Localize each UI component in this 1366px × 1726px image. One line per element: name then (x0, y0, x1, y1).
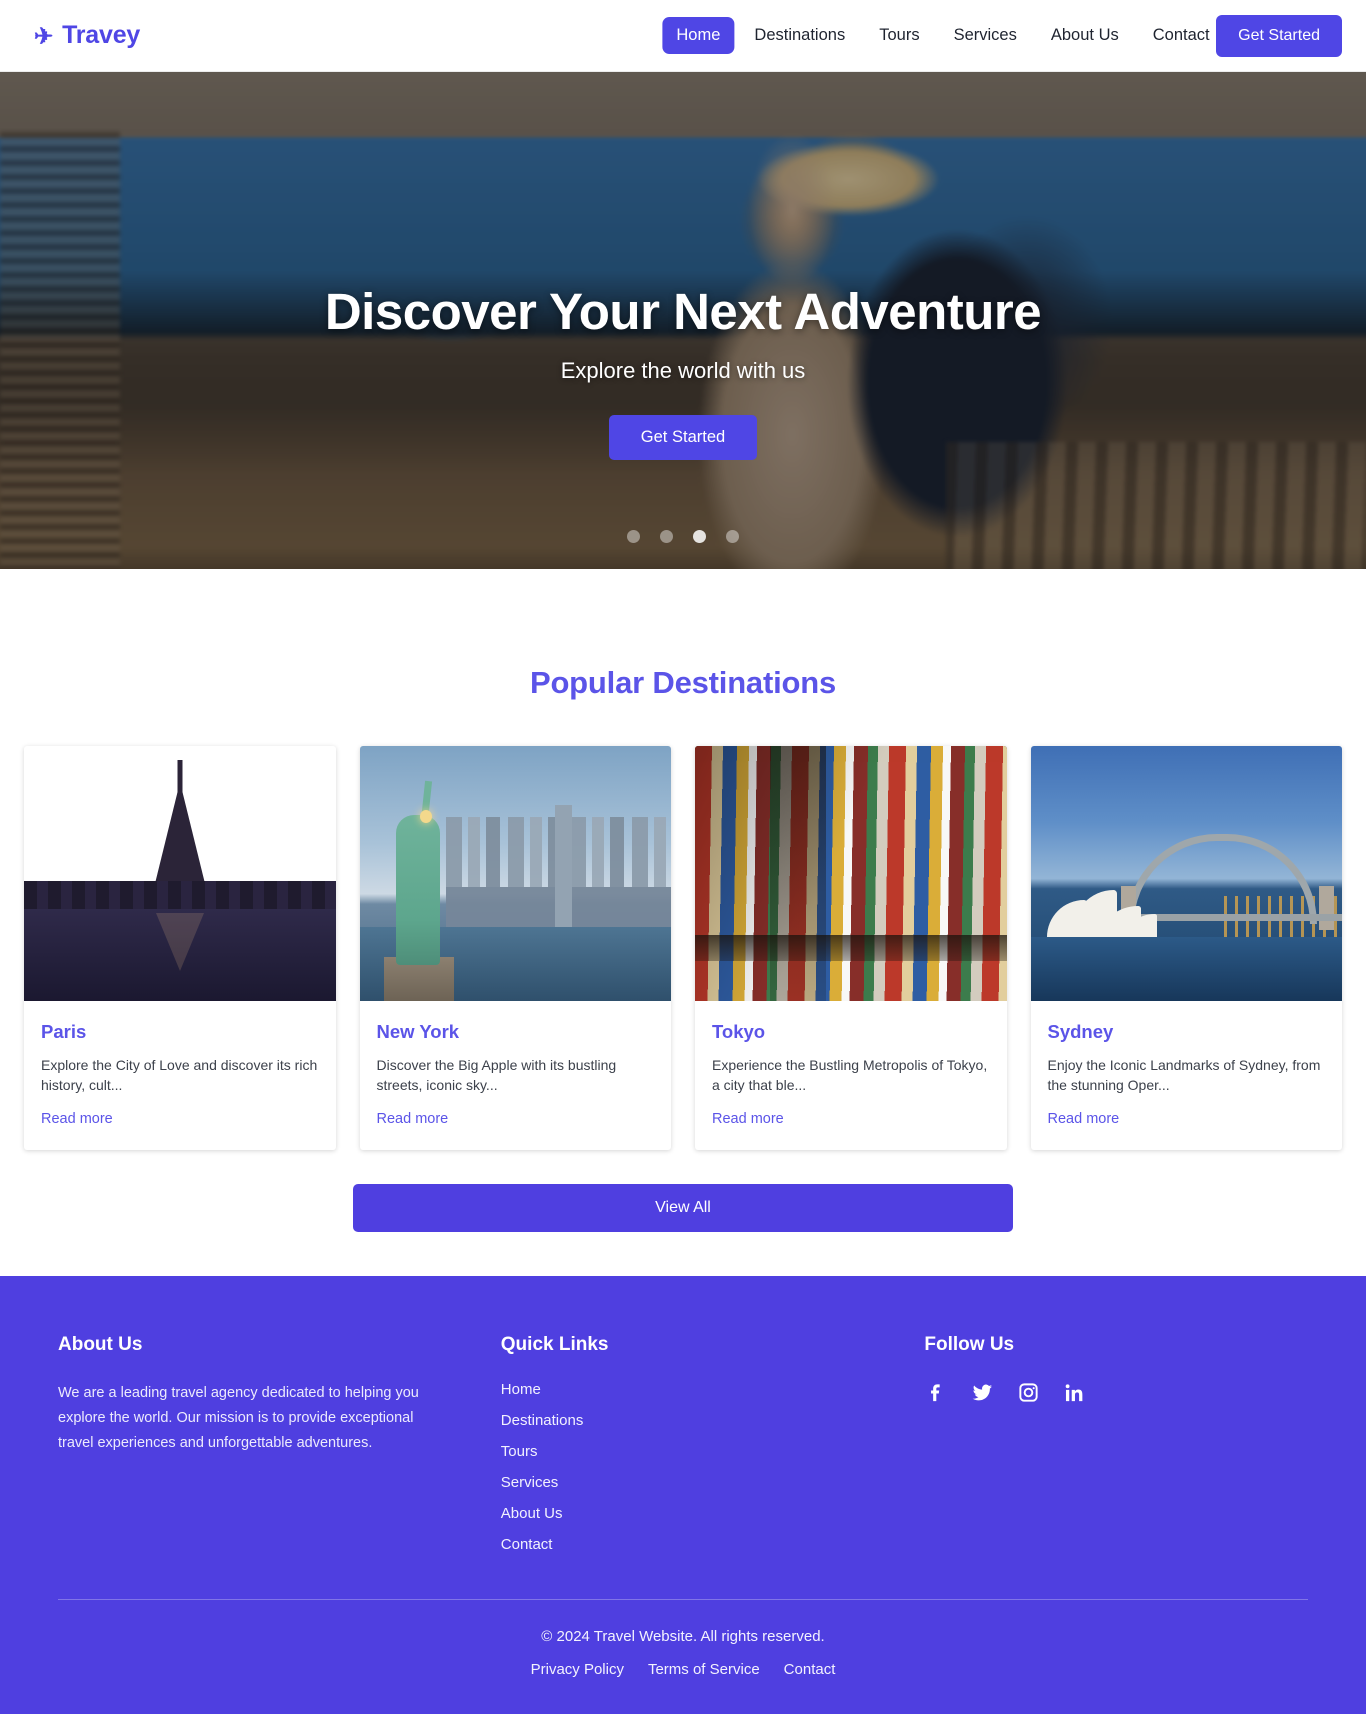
footer-link-tours[interactable]: Tours (501, 1443, 538, 1460)
card-title: Paris (41, 1021, 87, 1042)
hero-carousel: Discover Your Next Adventure Explore the… (0, 72, 1366, 569)
tokyo-signage-decoration (695, 746, 1007, 1001)
brand-logo[interactable]: ✈ Travey (34, 21, 140, 50)
site-header: ✈ Travey Home Destinations Tours Service… (0, 0, 1366, 72)
view-all-button[interactable]: View All (353, 1183, 1013, 1232)
footer-quick-links-heading: Quick Links (500, 1333, 609, 1355)
instagram-icon[interactable] (1016, 1381, 1040, 1405)
footer-follow-column: Follow Us (924, 1334, 1308, 1553)
hero-title: Discover Your Next Adventure (324, 283, 1042, 340)
card-description: Experience the Bustling Metropolis of To… (712, 1057, 988, 1094)
view-all-container: View All (0, 1150, 1366, 1232)
tokyo-awning-decoration (695, 935, 1007, 961)
statue-of-liberty-photo (359, 746, 671, 1001)
footer-link-destinations[interactable]: Destinations (501, 1412, 584, 1429)
site-footer: About Us We are a leading travel agency … (0, 1275, 1366, 1714)
footer-about-column: About Us We are a leading travel agency … (58, 1334, 461, 1553)
footer-quick-links-column: Quick Links Home Destinations Tours Serv… (501, 1334, 885, 1553)
card-body: Paris Explore the City of Love and disco… (24, 1001, 336, 1150)
footer-link-home[interactable]: Home (501, 1381, 541, 1398)
read-more-link[interactable]: Read more (712, 1111, 784, 1127)
tokyo-shadow-decoration (769, 746, 826, 1001)
section-title: Popular Destinations (529, 665, 837, 700)
terms-of-service-link[interactable]: Terms of Service (648, 1661, 760, 1678)
nav-item-destinations[interactable]: Destinations (740, 17, 859, 54)
twitter-icon[interactable] (970, 1381, 994, 1405)
destination-card[interactable]: New York Discover the Big Apple with its… (359, 746, 672, 1150)
tokyo-neon-street-photo (695, 746, 1007, 1001)
destination-card[interactable]: Tokyo Experience the Bustling Metropolis… (695, 746, 1007, 1150)
card-body: Sydney Enjoy the Iconic Landmarks of Syd… (1031, 1001, 1343, 1150)
ny-torch-decoration (419, 810, 432, 823)
card-description: Enjoy the Iconic Landmarks of Sydney, fr… (1047, 1057, 1321, 1094)
read-more-link[interactable]: Read more (41, 1111, 113, 1127)
footer-link-services[interactable]: Services (501, 1474, 559, 1491)
legal-links: Privacy Policy Terms of Service Contact (0, 1661, 1366, 1678)
linkedin-icon[interactable] (1062, 1381, 1086, 1405)
paris-reflection-decoration (155, 913, 204, 971)
carousel-dot-1[interactable] (627, 530, 640, 543)
card-title: New York (376, 1021, 460, 1042)
footer-follow-heading: Follow Us (924, 1333, 1015, 1355)
sydney-pylon-right-decoration (1318, 886, 1334, 930)
card-title: Sydney (1047, 1021, 1114, 1042)
read-more-link[interactable]: Read more (377, 1111, 449, 1127)
nav-item-tours[interactable]: Tours (865, 17, 933, 54)
footer-about-heading: About Us (58, 1333, 143, 1355)
footer-about-text: We are a leading travel agency dedicated… (58, 1384, 419, 1452)
airplane-icon: ✈ (34, 23, 54, 49)
sydney-harbour-bridge-photo (1030, 746, 1342, 1001)
carousel-dot-3[interactable] (693, 530, 706, 543)
hero-get-started-button[interactable]: Get Started (608, 415, 758, 461)
footer-contact-link[interactable]: Contact (784, 1661, 836, 1678)
card-description: Discover the Big Apple with its bustling… (376, 1057, 617, 1094)
sydney-opera-house-decoration (1043, 890, 1163, 940)
footer-bottom: © 2024 Travel Website. All rights reserv… (0, 1628, 1366, 1678)
footer-link-contact[interactable]: Contact (501, 1536, 553, 1553)
nav-item-home[interactable]: Home (662, 17, 735, 54)
facebook-icon[interactable] (924, 1381, 948, 1405)
carousel-dot-2[interactable] (660, 530, 673, 543)
read-more-link[interactable]: Read more (1048, 1111, 1120, 1127)
nav-item-contact[interactable]: Contact (1139, 17, 1224, 54)
carousel-dot-4[interactable] (726, 530, 739, 543)
footer-link-about-us[interactable]: About Us (501, 1505, 563, 1522)
destination-card[interactable]: Paris Explore the City of Love and disco… (24, 746, 336, 1150)
social-links (924, 1381, 1308, 1405)
card-title: Tokyo (712, 1021, 766, 1042)
hero-subtitle: Explore the world with us (560, 358, 806, 384)
sydney-water-decoration (1030, 937, 1342, 1001)
nav-item-services[interactable]: Services (940, 17, 1031, 54)
carousel-dots (0, 530, 1366, 543)
card-body: New York Discover the Big Apple with its… (360, 1001, 672, 1150)
destination-card-grid: Paris Explore the City of Love and disco… (0, 746, 1366, 1150)
privacy-policy-link[interactable]: Privacy Policy (531, 1661, 624, 1678)
footer-columns: About Us We are a leading travel agency … (0, 1334, 1366, 1553)
eiffel-tower-photo (24, 746, 336, 1001)
card-description: Explore the City of Love and discover it… (41, 1057, 318, 1094)
card-body: Tokyo Experience the Bustling Metropolis… (695, 1001, 1007, 1150)
primary-nav: Home Destinations Tours Services About U… (662, 17, 1223, 54)
popular-destinations-section: Popular Destinations Paris Explore the C… (0, 569, 1366, 1276)
header-get-started-button[interactable]: Get Started (1216, 14, 1342, 57)
ny-freedom-tower-decoration (554, 805, 572, 927)
footer-link-list: Home Destinations Tours Services About U… (501, 1381, 885, 1553)
footer-divider (58, 1598, 1308, 1600)
copyright-text: © 2024 Travel Website. All rights reserv… (541, 1627, 825, 1645)
brand-name: Travey (62, 21, 141, 49)
destination-card[interactable]: Sydney Enjoy the Iconic Landmarks of Syd… (1030, 746, 1343, 1150)
hero-content: Discover Your Next Adventure Explore the… (0, 72, 1366, 461)
nav-item-about-us[interactable]: About Us (1037, 17, 1133, 54)
ny-statue-decoration (395, 815, 440, 965)
